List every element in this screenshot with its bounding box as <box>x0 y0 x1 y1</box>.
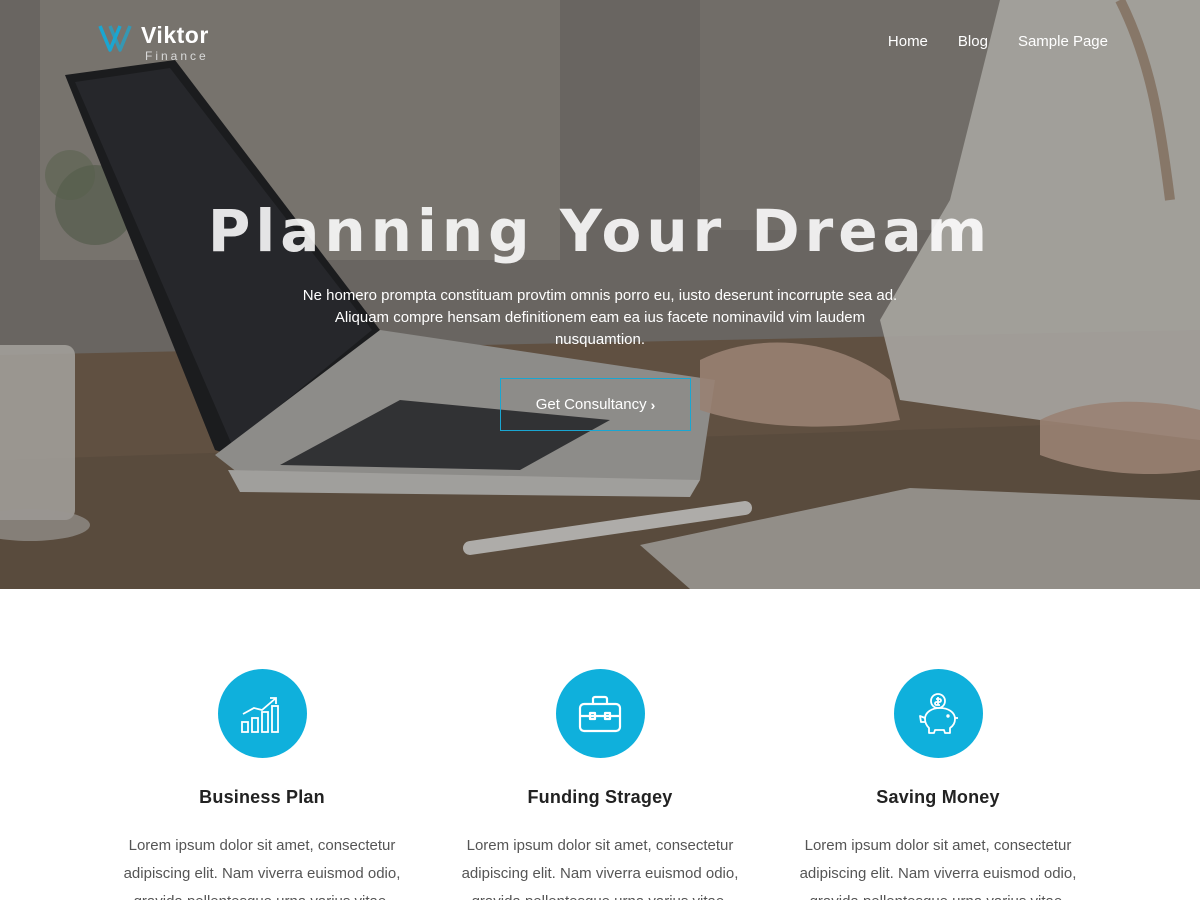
site-logo[interactable]: Viktor Finance <box>98 22 238 66</box>
nav-item-home[interactable]: Home <box>888 32 928 52</box>
nav-item-sample-page[interactable]: Sample Page <box>1018 32 1108 52</box>
feature-title: Saving Money <box>876 787 1000 807</box>
get-consultancy-button[interactable]: Get Consultancy › <box>500 378 691 431</box>
chevron-right-icon: › <box>650 396 656 413</box>
feature-icon-circle <box>217 669 307 758</box>
feature-funding-strategy: Funding Stragey Lorem ipsum dolor sit am… <box>450 669 750 900</box>
feature-saving-money: Saving Money Lorem ipsum dolor sit amet,… <box>788 669 1088 900</box>
hero-description: Ne homero prompta constituam provtim omn… <box>302 287 898 348</box>
feature-text: Lorem ipsum dolor sit amet, consectetur … <box>461 837 739 900</box>
briefcase-icon <box>578 695 622 732</box>
feature-text: Lorem ipsum dolor sit amet, consectetur … <box>123 837 401 900</box>
hero-section: Viktor Finance Home Blog Sample Page Pla… <box>0 0 1200 589</box>
features-section: Business Plan Lorem ipsum dolor sit amet… <box>0 589 1200 900</box>
logo-v-icon <box>98 25 132 52</box>
brand-tagline: Finance <box>145 49 209 63</box>
brand-name: Viktor <box>141 22 209 48</box>
feature-title: Business Plan <box>199 787 325 807</box>
piggy-bank-icon <box>919 692 958 734</box>
feature-title: Funding Stragey <box>527 787 673 807</box>
feature-business-plan: Business Plan Lorem ipsum dolor sit amet… <box>112 669 412 900</box>
get-consultancy-label: Get Consultancy <box>535 396 647 413</box>
feature-icon-circle <box>893 669 983 758</box>
nav-item-blog[interactable]: Blog <box>958 32 988 52</box>
feature-icon-circle <box>555 669 645 758</box>
hero-title: Planning Your Dream <box>207 197 993 265</box>
growth-chart-icon <box>241 696 279 733</box>
main-nav: Home Blog Sample Page <box>888 32 1108 52</box>
feature-text: Lorem ipsum dolor sit amet, consectetur … <box>799 837 1077 900</box>
